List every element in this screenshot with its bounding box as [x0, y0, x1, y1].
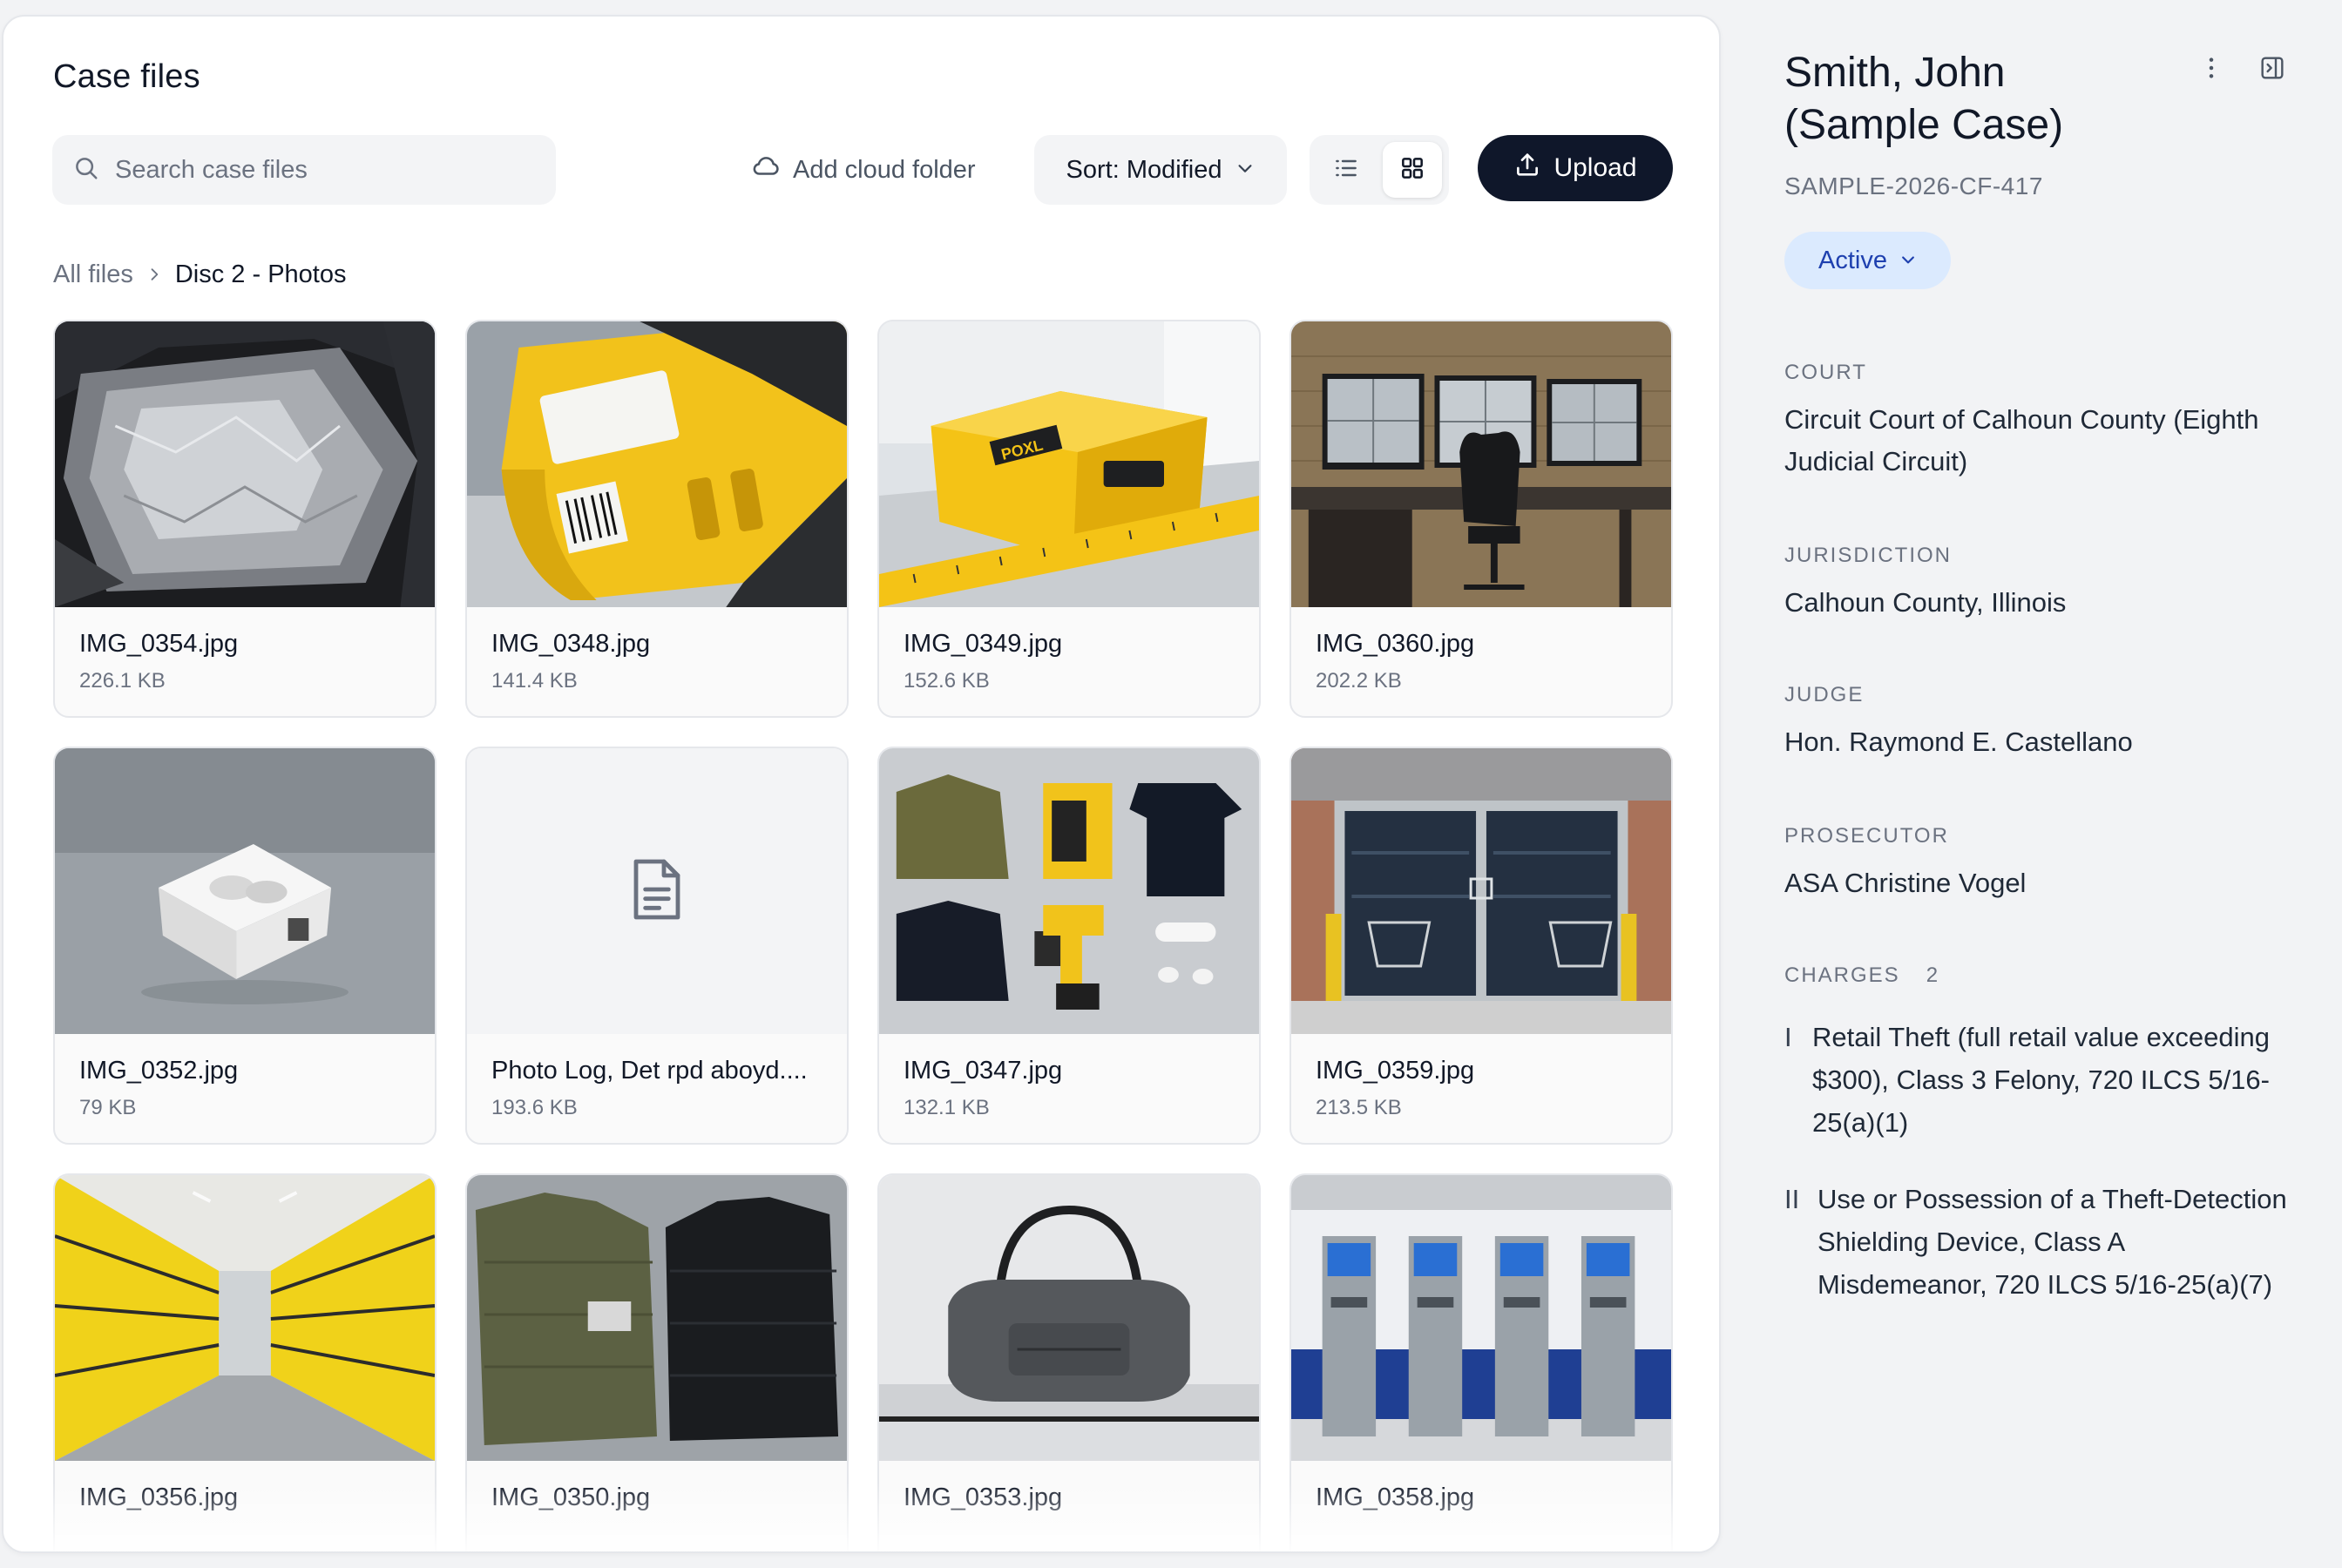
file-thumbnail — [467, 321, 847, 607]
breadcrumb-current-folder: Disc 2 - Photos — [174, 260, 347, 288]
file-name: IMG_0347.jpg — [904, 1057, 1063, 1085]
file-size: 79 KB — [79, 1096, 137, 1119]
case-title: Smith, John (Sample Case) — [1784, 50, 2064, 148]
file-card[interactable]: IMG_0358.jpg — [1289, 1173, 1673, 1551]
sort-label: Sort: Modified — [1066, 155, 1222, 184]
search-box[interactable] — [52, 135, 556, 205]
file-size: 226.1 KB — [79, 669, 166, 693]
panel-actions — [2197, 54, 2286, 82]
file-thumbnail — [879, 748, 1259, 1034]
charge-item: II Use or Possession of a Theft-Detectio… — [1784, 1178, 2290, 1306]
chevron-right-icon — [146, 266, 163, 283]
file-card[interactable]: IMG_0353.jpg — [877, 1173, 1261, 1551]
charge-text: Retail Theft (full retail value exceedin… — [1812, 1022, 2270, 1138]
file-name: IMG_0350.jpg — [491, 1484, 651, 1511]
status-label: Active — [1818, 246, 1887, 274]
more-options-button[interactable] — [2197, 54, 2225, 82]
file-name: IMG_0349.jpg — [904, 630, 1063, 658]
collapse-panel-button[interactable] — [2258, 54, 2286, 82]
file-thumbnail — [1291, 321, 1671, 607]
upload-label: Upload — [1553, 153, 1637, 182]
more-vertical-icon — [2197, 54, 2225, 82]
search-icon — [73, 155, 99, 186]
judge-value: Hon. Raymond E. Castellano — [1784, 727, 2133, 757]
charges-label: CHARGES — [1784, 963, 1900, 987]
prosecutor-label: PROSECUTOR — [1784, 824, 1949, 848]
file-name: IMG_0354.jpg — [79, 630, 239, 658]
list-view-button[interactable] — [1317, 142, 1376, 198]
charges-header: CHARGES 2 — [1784, 963, 1938, 988]
file-name: IMG_0358.jpg — [1316, 1484, 1475, 1511]
file-thumbnail: POXL — [879, 321, 1259, 607]
file-size: 132.1 KB — [904, 1096, 990, 1119]
file-thumbnail — [1291, 748, 1671, 1034]
file-thumbnail — [879, 1175, 1259, 1461]
jurisdiction-value: Calhoun County, Illinois — [1784, 587, 2067, 618]
case-id: SAMPLE-2026-CF-417 — [1784, 172, 2043, 199]
file-size: 141.4 KB — [491, 669, 578, 693]
file-card[interactable]: IMG_0352.jpg 79 KB — [53, 747, 437, 1145]
prosecutor-value: ASA Christine Vogel — [1784, 868, 2027, 898]
file-size: 202.2 KB — [1316, 669, 1402, 693]
judge-label: JUDGE — [1784, 683, 1865, 706]
list-icon — [1332, 154, 1360, 186]
file-name: Photo Log, Det rpd aboyd.... — [491, 1057, 808, 1085]
grid-view-button[interactable] — [1383, 142, 1442, 198]
file-name: IMG_0348.jpg — [491, 630, 651, 658]
file-thumbnail — [467, 748, 847, 1034]
view-toggle — [1310, 135, 1449, 205]
file-card[interactable]: IMG_0350.jpg — [465, 1173, 849, 1551]
court-value: Circuit Court of Calhoun County (Eighth … — [1784, 404, 2259, 476]
jurisdiction-label: JURISDICTION — [1784, 544, 1952, 567]
file-card[interactable]: POXL IMG_0349.jpg 152.6 KB — [877, 320, 1261, 718]
cloud-icon — [751, 152, 781, 188]
case-details-panel: Smith, John (Sample Case) SAMPLE-2026-CF… — [1784, 0, 2342, 1568]
file-card[interactable]: IMG_0354.jpg 226.1 KB — [53, 320, 437, 718]
file-card[interactable]: IMG_0347.jpg 132.1 KB — [877, 747, 1261, 1145]
add-cloud-folder-label: Add cloud folder — [793, 155, 976, 184]
case-files-panel: Case files Add cloud folder Sort: Modifi… — [2, 15, 1721, 1553]
sidebar-collapse-icon — [2258, 54, 2286, 82]
charge-item: I Retail Theft (full retail value exceed… — [1784, 1016, 2290, 1144]
status-dropdown[interactable]: Active — [1784, 232, 1951, 289]
file-name: IMG_0356.jpg — [79, 1484, 239, 1511]
file-name: IMG_0359.jpg — [1316, 1057, 1475, 1085]
file-thumbnail — [467, 1175, 847, 1461]
grid-icon — [1398, 154, 1426, 186]
file-card[interactable]: IMG_0360.jpg 202.2 KB — [1289, 320, 1673, 718]
file-name: IMG_0360.jpg — [1316, 630, 1475, 658]
search-input[interactable] — [115, 155, 533, 185]
file-size: 193.6 KB — [491, 1096, 578, 1119]
upload-icon — [1513, 151, 1541, 186]
file-card[interactable]: IMG_0348.jpg 141.4 KB — [465, 320, 849, 718]
chevron-down-icon — [1235, 156, 1255, 185]
charge-number: I — [1784, 1022, 1792, 1052]
file-card[interactable]: Photo Log, Det rpd aboyd.... 193.6 KB — [465, 747, 849, 1145]
sort-dropdown[interactable]: Sort: Modified — [1034, 135, 1287, 205]
upload-button[interactable]: Upload — [1478, 135, 1673, 201]
file-size: 213.5 KB — [1316, 1096, 1402, 1119]
file-thumbnail — [1291, 1175, 1671, 1461]
file-thumbnail — [55, 321, 435, 607]
charge-text: Use or Possession of a Theft-Detection S… — [1817, 1184, 2287, 1300]
file-card[interactable]: IMG_0356.jpg — [53, 1173, 437, 1551]
file-grid: IMG_0354.jpg 226.1 KB IMG_0348.jpg 141.4… — [53, 320, 1674, 1551]
file-size: 152.6 KB — [904, 669, 990, 693]
court-label: COURT — [1784, 361, 1867, 384]
breadcrumb-all-files[interactable]: All files — [53, 260, 133, 289]
breadcrumb: All files Disc 2 - Photos — [53, 259, 347, 290]
chevron-down-icon — [1899, 247, 1917, 275]
file-card[interactable]: IMG_0359.jpg 213.5 KB — [1289, 747, 1673, 1145]
file-name: IMG_0353.jpg — [904, 1484, 1063, 1511]
charge-number: II — [1784, 1184, 1800, 1214]
charges-count: 2 — [1926, 963, 1939, 987]
document-icon — [629, 856, 685, 927]
add-cloud-folder-button[interactable]: Add cloud folder — [751, 144, 976, 196]
file-thumbnail — [55, 1175, 435, 1461]
file-name: IMG_0352.jpg — [79, 1057, 239, 1085]
file-thumbnail — [55, 748, 435, 1034]
page-title: Case files — [53, 58, 200, 95]
